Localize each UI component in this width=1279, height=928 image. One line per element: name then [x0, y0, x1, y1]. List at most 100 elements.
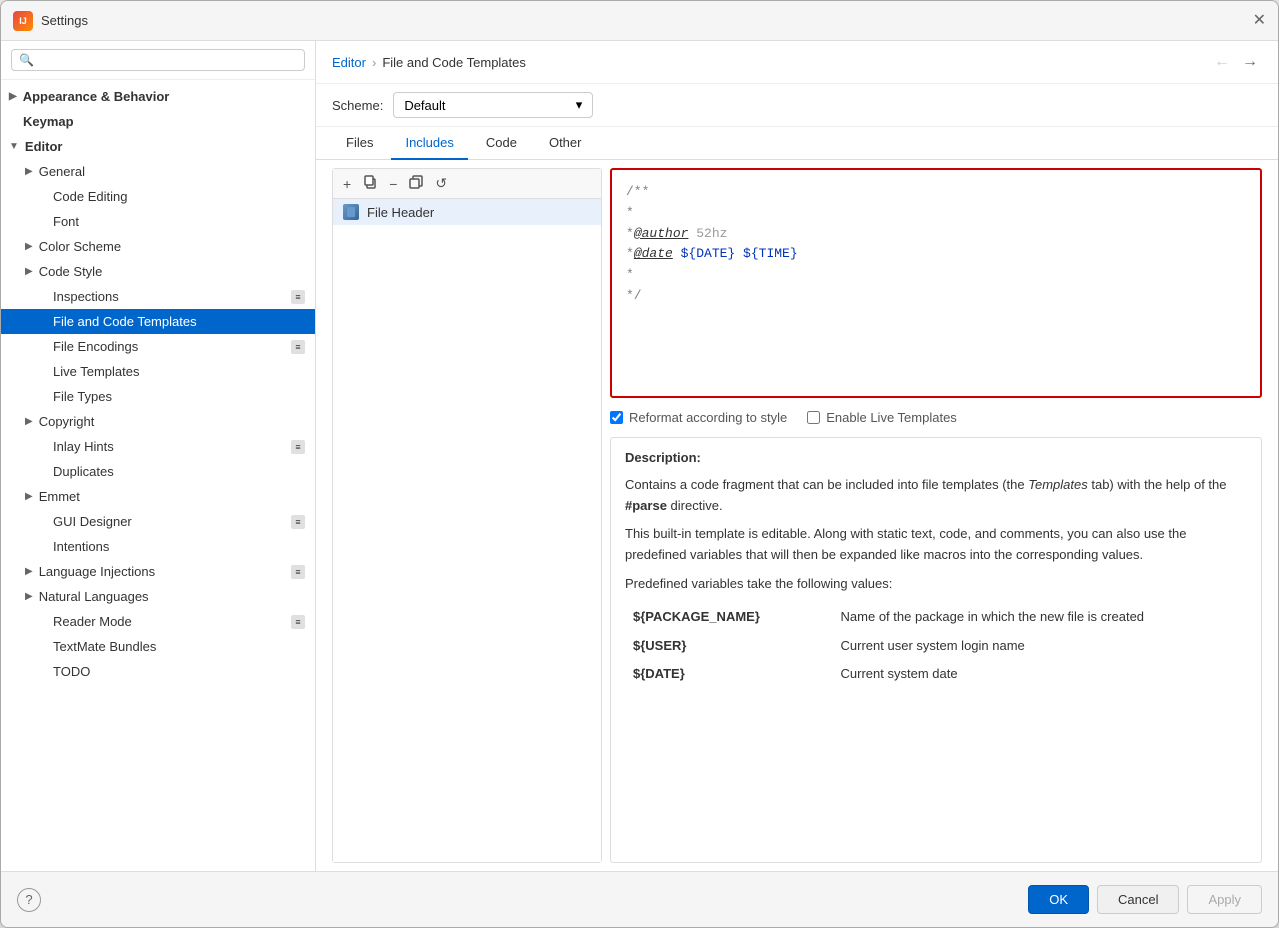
sidebar-item-duplicates[interactable]: Duplicates	[1, 459, 315, 484]
file-item-label: File Header	[367, 205, 434, 220]
scheme-dropdown-arrow: ▾	[576, 97, 583, 113]
code-line-2: *	[626, 203, 1246, 224]
add-button[interactable]: +	[339, 174, 355, 194]
sidebar-item-copyright[interactable]: ▶ Copyright	[1, 409, 315, 434]
sidebar-item-todo[interactable]: TODO	[1, 659, 315, 684]
table-row: ${DATE} Current system date	[625, 660, 1247, 689]
var-desc-3: Current system date	[833, 660, 1247, 689]
badge-icon: ≡	[291, 565, 305, 579]
badge-icon: ≡	[291, 515, 305, 529]
scheme-row: Scheme: Default ▾	[316, 84, 1278, 127]
expand-icon: ▼	[9, 141, 19, 152]
search-icon: 🔍	[19, 53, 34, 67]
title-bar: IJ Settings ✕	[1, 1, 1278, 41]
duplicate-button[interactable]	[405, 173, 427, 194]
live-templates-checkbox[interactable]	[807, 411, 820, 424]
sidebar-item-emmet[interactable]: ▶ Emmet	[1, 484, 315, 509]
code-line-6: */	[626, 286, 1246, 307]
sidebar-item-inlay-hints[interactable]: Inlay Hints ≡	[1, 434, 315, 459]
tab-includes[interactable]: Includes	[391, 127, 467, 160]
left-panel: + −	[332, 168, 602, 863]
settings-window: IJ Settings ✕ 🔍 ▶ Appearance & Behavior	[0, 0, 1279, 928]
sidebar-item-appearance[interactable]: ▶ Appearance & Behavior	[1, 84, 315, 109]
breadcrumb-current: File and Code Templates	[382, 55, 526, 70]
help-button[interactable]: ?	[17, 888, 41, 912]
expand-icon: ▶	[25, 241, 33, 252]
sidebar-item-natural-languages[interactable]: ▶ Natural Languages	[1, 584, 315, 609]
sidebar-item-textmate-bundles[interactable]: TextMate Bundles	[1, 634, 315, 659]
badge-icon: ≡	[291, 440, 305, 454]
reset-button[interactable]: ↺	[431, 173, 451, 194]
sidebar-item-keymap[interactable]: Keymap	[1, 109, 315, 134]
sidebar-item-gui-designer[interactable]: GUI Designer ≡	[1, 509, 315, 534]
sidebar-item-live-templates[interactable]: Live Templates	[1, 359, 315, 384]
nav-back-button[interactable]: ←	[1210, 51, 1234, 73]
scheme-dropdown[interactable]: Default ▾	[393, 92, 593, 118]
expand-icon: ▶	[25, 591, 33, 602]
apply-button[interactable]: Apply	[1187, 885, 1262, 914]
file-icon	[343, 204, 359, 220]
split-area: + −	[316, 160, 1278, 871]
sidebar-item-code-style[interactable]: ▶ Code Style	[1, 259, 315, 284]
code-line-1: /**	[626, 182, 1246, 203]
description-para-2: This built-in template is editable. Alon…	[625, 524, 1247, 566]
search-bar: 🔍	[1, 41, 315, 80]
sidebar-item-intentions[interactable]: Intentions	[1, 534, 315, 559]
var-desc-2: Current user system login name	[833, 632, 1247, 661]
copy-button[interactable]	[359, 173, 381, 194]
sidebar-item-file-encodings[interactable]: File Encodings ≡	[1, 334, 315, 359]
var-desc-1: Name of the package in which the new fil…	[833, 603, 1247, 632]
sidebar-item-file-and-code-templates[interactable]: File and Code Templates	[1, 309, 315, 334]
sidebar-item-code-editing[interactable]: Code Editing	[1, 184, 315, 209]
sidebar-item-language-injections[interactable]: ▶ Language Injections ≡	[1, 559, 315, 584]
table-row: ${USER} Current user system login name	[625, 632, 1247, 661]
window-title: Settings	[41, 13, 88, 28]
tab-other[interactable]: Other	[535, 127, 596, 160]
sidebar-item-font[interactable]: Font	[1, 209, 315, 234]
tab-code[interactable]: Code	[472, 127, 531, 160]
expand-icon: ▶	[25, 566, 33, 577]
tab-files[interactable]: Files	[332, 127, 387, 160]
description-para-3: Predefined variables take the following …	[625, 574, 1247, 595]
tabs-row: Files Includes Code Other	[316, 127, 1278, 160]
sidebar-item-reader-mode[interactable]: Reader Mode ≡	[1, 609, 315, 634]
sidebar-item-color-scheme[interactable]: ▶ Color Scheme	[1, 234, 315, 259]
sidebar-item-editor[interactable]: ▼ Editor	[1, 134, 315, 159]
live-templates-checkbox-label[interactable]: Enable Live Templates	[807, 410, 957, 425]
cancel-button[interactable]: Cancel	[1097, 885, 1179, 914]
code-line-3: *@author 52hz	[626, 224, 1246, 245]
sidebar: 🔍 ▶ Appearance & Behavior Keymap ▼ Edito…	[1, 41, 316, 871]
right-panel: /** * *@author 52hz *@date ${DATE} ${TIM…	[610, 168, 1262, 863]
action-buttons: OK Cancel Apply	[1028, 885, 1262, 914]
ok-button[interactable]: OK	[1028, 885, 1089, 914]
close-button[interactable]: ✕	[1253, 13, 1266, 29]
live-templates-label: Enable Live Templates	[826, 410, 957, 425]
reformat-checkbox[interactable]	[610, 411, 623, 424]
expand-icon: ▶	[25, 166, 33, 177]
expand-icon: ▶	[25, 416, 33, 427]
panel-header: Editor › File and Code Templates ← →	[316, 41, 1278, 84]
nav-tree: ▶ Appearance & Behavior Keymap ▼ Editor …	[1, 80, 315, 871]
var-name-2: ${USER}	[625, 632, 833, 661]
variables-table: ${PACKAGE_NAME} Name of the package in w…	[625, 603, 1247, 689]
table-row: ${PACKAGE_NAME} Name of the package in w…	[625, 603, 1247, 632]
remove-button[interactable]: −	[385, 174, 401, 194]
sidebar-item-file-types[interactable]: File Types	[1, 384, 315, 409]
main-content: 🔍 ▶ Appearance & Behavior Keymap ▼ Edito…	[1, 41, 1278, 871]
badge-icon: ≡	[291, 340, 305, 354]
nav-forward-button[interactable]: →	[1238, 51, 1262, 73]
badge-icon: ≡	[291, 290, 305, 304]
reformat-checkbox-label[interactable]: Reformat according to style	[610, 410, 787, 425]
scheme-label: Scheme:	[332, 98, 383, 113]
code-editor[interactable]: /** * *@author 52hz *@date ${DATE} ${TIM…	[610, 168, 1262, 398]
title-bar-left: IJ Settings	[13, 11, 88, 31]
breadcrumb: Editor › File and Code Templates	[332, 55, 526, 70]
file-item-header[interactable]: File Header	[333, 199, 601, 225]
sidebar-item-general[interactable]: ▶ General	[1, 159, 315, 184]
left-panel-toolbar: + −	[333, 169, 601, 199]
sidebar-item-inspections[interactable]: Inspections ≡	[1, 284, 315, 309]
breadcrumb-parent[interactable]: Editor	[332, 55, 366, 70]
nav-arrows: ← →	[1210, 51, 1262, 73]
search-input[interactable]	[39, 53, 297, 67]
bottom-bar: ? OK Cancel Apply	[1, 871, 1278, 927]
